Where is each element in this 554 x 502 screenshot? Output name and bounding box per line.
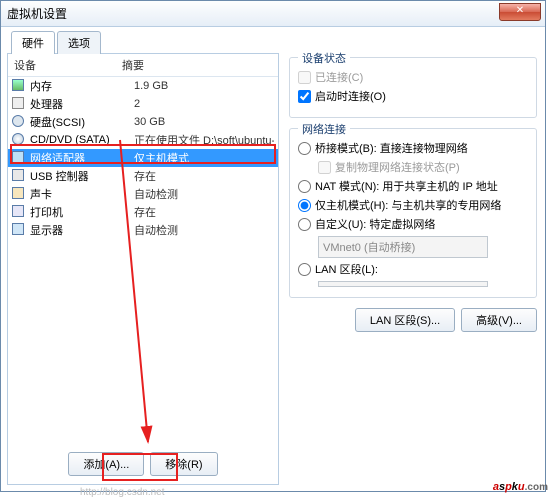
settings-panel: 设备状态 已连接(C) 启动时连接(O) 网络连接 桥接模式(B): 直接连接物… <box>287 53 539 485</box>
device-name: 打印机 <box>30 204 134 220</box>
hostonly-input[interactable] <box>298 199 311 212</box>
bridged-label: 桥接模式(B): 直接连接物理网络 <box>315 140 468 156</box>
footer-watermark: http://blog.csdn.net <box>80 487 165 498</box>
lan-combo <box>318 281 488 287</box>
device-row-cd[interactable]: CD/DVD (SATA)正在使用文件 D:\soft\ubuntu-14.04… <box>8 131 278 149</box>
device-summary: 正在使用文件 D:\soft\ubuntu-14.04... <box>134 132 274 148</box>
connected-checkbox: 已连接(C) <box>298 69 528 85</box>
hdd-icon <box>12 115 26 129</box>
device-name: 处理器 <box>30 96 134 112</box>
content: 设备 摘要 内存1.9 GB处理器2硬盘(SCSI)30 GBCD/DVD (S… <box>1 27 545 491</box>
lan-segment-radio[interactable]: LAN 区段(L): <box>298 261 528 277</box>
device-summary: 存在 <box>134 204 274 220</box>
device-summary: 1.9 GB <box>134 80 274 92</box>
replicate-checkbox: 复制物理网络连接状态(P) <box>318 159 528 175</box>
disp-icon <box>12 223 26 237</box>
device-name: CD/DVD (SATA) <box>30 134 134 146</box>
custom-vmnet-combo: VMnet0 (自动桥接) <box>318 236 488 258</box>
device-status-title: 设备状态 <box>298 50 350 66</box>
device-row-net[interactable]: 网络适配器仅主机模式 <box>8 149 278 167</box>
connected-label: 已连接(C) <box>315 69 363 85</box>
right-buttons: LAN 区段(S)... 高级(V)... <box>289 308 537 332</box>
close-button[interactable]: ✕ <box>499 3 541 21</box>
lan-label: LAN 区段(L): <box>315 261 378 277</box>
window-title: 虚拟机设置 <box>7 5 67 22</box>
custom-input[interactable] <box>298 218 311 231</box>
device-summary: 30 GB <box>134 116 274 128</box>
nat-input[interactable] <box>298 180 311 193</box>
autoconnect-label: 启动时连接(O) <box>315 88 386 104</box>
add-button[interactable]: 添加(A)... <box>68 452 144 476</box>
device-name: 硬盘(SCSI) <box>30 114 134 130</box>
device-row-usb[interactable]: USB 控制器存在 <box>8 167 278 185</box>
device-panel: 设备 摘要 内存1.9 GB处理器2硬盘(SCSI)30 GBCD/DVD (S… <box>7 53 279 485</box>
device-row-cpu[interactable]: 处理器2 <box>8 95 278 113</box>
device-row-prn[interactable]: 打印机存在 <box>8 203 278 221</box>
tab-hardware[interactable]: 硬件 <box>11 31 55 54</box>
device-row-mem[interactable]: 内存1.9 GB <box>8 77 278 95</box>
col-device: 设备 <box>14 57 122 73</box>
device-row-snd[interactable]: 声卡自动检测 <box>8 185 278 203</box>
device-name: USB 控制器 <box>30 168 134 184</box>
device-summary: 自动检测 <box>134 186 274 202</box>
cpu-icon <box>12 97 26 111</box>
bridged-radio[interactable]: 桥接模式(B): 直接连接物理网络 <box>298 140 528 156</box>
advanced-button[interactable]: 高级(V)... <box>461 308 537 332</box>
mem-icon <box>12 79 26 93</box>
hostonly-radio[interactable]: 仅主机模式(H): 与主机共享的专用网络 <box>298 197 528 213</box>
tabs: 硬件 选项 <box>11 31 103 54</box>
replicate-label: 复制物理网络连接状态(P) <box>335 159 460 175</box>
device-header: 设备 摘要 <box>8 54 278 77</box>
device-buttons: 添加(A)... 移除(R) <box>8 452 278 476</box>
device-row-hdd[interactable]: 硬盘(SCSI)30 GB <box>8 113 278 131</box>
device-name: 显示器 <box>30 222 134 238</box>
lan-input[interactable] <box>298 263 311 276</box>
titlebar[interactable]: 虚拟机设置 ✕ <box>1 1 545 27</box>
device-name: 网络适配器 <box>30 150 134 166</box>
wm-p: p <box>505 481 512 493</box>
hostonly-label: 仅主机模式(H): 与主机共享的专用网络 <box>315 197 501 213</box>
custom-label: 自定义(U): 特定虚拟网络 <box>315 216 435 232</box>
device-status-group: 设备状态 已连接(C) 启动时连接(O) <box>289 57 537 118</box>
connected-input <box>298 71 311 84</box>
snd-icon <box>12 187 26 201</box>
autoconnect-input[interactable] <box>298 90 311 103</box>
cd-icon <box>12 133 26 147</box>
watermark-logo: aspku.com <box>493 470 548 496</box>
col-summary: 摘要 <box>122 57 144 73</box>
lan-segments-button[interactable]: LAN 区段(S)... <box>355 308 455 332</box>
device-list: 内存1.9 GB处理器2硬盘(SCSI)30 GBCD/DVD (SATA)正在… <box>8 77 278 239</box>
replicate-input <box>318 161 331 174</box>
custom-radio[interactable]: 自定义(U): 特定虚拟网络 <box>298 216 528 232</box>
tab-options[interactable]: 选项 <box>57 31 101 54</box>
device-summary: 2 <box>134 98 274 110</box>
usb-icon <box>12 169 26 183</box>
wm-u: u <box>518 481 525 493</box>
device-row-disp[interactable]: 显示器自动检测 <box>8 221 278 239</box>
device-name: 内存 <box>30 78 134 94</box>
network-title: 网络连接 <box>298 121 350 137</box>
device-summary: 自动检测 <box>134 222 274 238</box>
prn-icon <box>12 205 26 219</box>
autoconnect-checkbox[interactable]: 启动时连接(O) <box>298 88 528 104</box>
net-icon <box>12 151 26 165</box>
network-connection-group: 网络连接 桥接模式(B): 直接连接物理网络 复制物理网络连接状态(P) NAT… <box>289 128 537 298</box>
device-summary: 仅主机模式 <box>134 150 274 166</box>
nat-radio[interactable]: NAT 模式(N): 用于共享主机的 IP 地址 <box>298 178 528 194</box>
vm-settings-window: 虚拟机设置 ✕ 硬件 选项 设备 摘要 内存1.9 GB处理器2硬盘(SCSI)… <box>0 0 546 492</box>
wm-dot: .com <box>525 482 548 493</box>
remove-button[interactable]: 移除(R) <box>150 452 217 476</box>
device-summary: 存在 <box>134 168 274 184</box>
bridged-input[interactable] <box>298 142 311 155</box>
device-name: 声卡 <box>30 186 134 202</box>
nat-label: NAT 模式(N): 用于共享主机的 IP 地址 <box>315 178 498 194</box>
